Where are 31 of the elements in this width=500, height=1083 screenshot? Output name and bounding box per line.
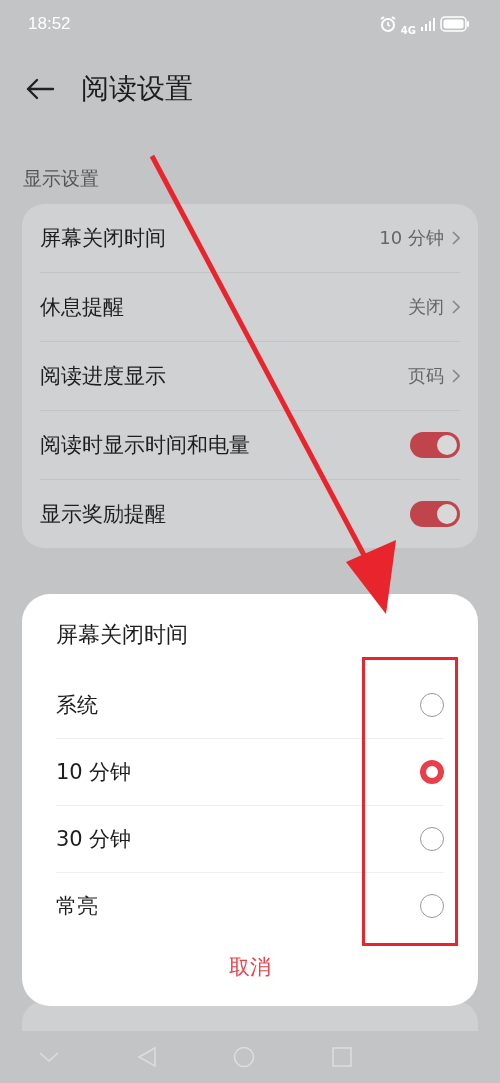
cancel-button[interactable]: 取消 — [56, 953, 444, 981]
chevron-icon — [452, 300, 460, 314]
radio-button[interactable] — [420, 760, 444, 784]
toggle-switch[interactable] — [410, 432, 460, 458]
status-time: 18:52 — [28, 14, 71, 34]
setting-label: 屏幕关闭时间 — [40, 225, 167, 252]
setting-value[interactable]: 页码 — [408, 364, 444, 388]
alarm-icon — [378, 15, 397, 33]
back-icon[interactable] — [25, 78, 55, 100]
battery-icon — [440, 16, 470, 32]
network-label: 4G — [400, 24, 416, 36]
toggle-switch[interactable] — [410, 501, 460, 527]
back-triangle-icon[interactable] — [136, 1046, 157, 1068]
chevron-icon — [452, 231, 460, 245]
collapse-icon[interactable] — [38, 1050, 61, 1064]
page-title: 阅读设置 — [81, 71, 193, 107]
dialog-title: 屏幕关闭时间 — [56, 621, 189, 649]
home-icon[interactable] — [233, 1046, 256, 1068]
setting-label: 休息提醒 — [40, 294, 125, 321]
option-label[interactable]: 30 分钟 — [56, 825, 132, 853]
setting-label: 阅读时显示时间和电量 — [40, 432, 251, 459]
option-label[interactable]: 常亮 — [56, 892, 98, 920]
setting-label: 显示奖励提醒 — [40, 501, 167, 528]
option-label[interactable]: 10 分钟 — [56, 758, 132, 786]
setting-value[interactable]: 10 分钟 — [379, 226, 444, 250]
option-label[interactable]: 系统 — [56, 691, 98, 719]
setting-label: 阅读进度显示 — [40, 363, 167, 390]
chevron-icon — [452, 369, 460, 383]
section-title: 显示设置 — [22, 166, 100, 191]
signal-icon — [420, 16, 436, 32]
setting-value[interactable]: 关闭 — [408, 295, 444, 319]
